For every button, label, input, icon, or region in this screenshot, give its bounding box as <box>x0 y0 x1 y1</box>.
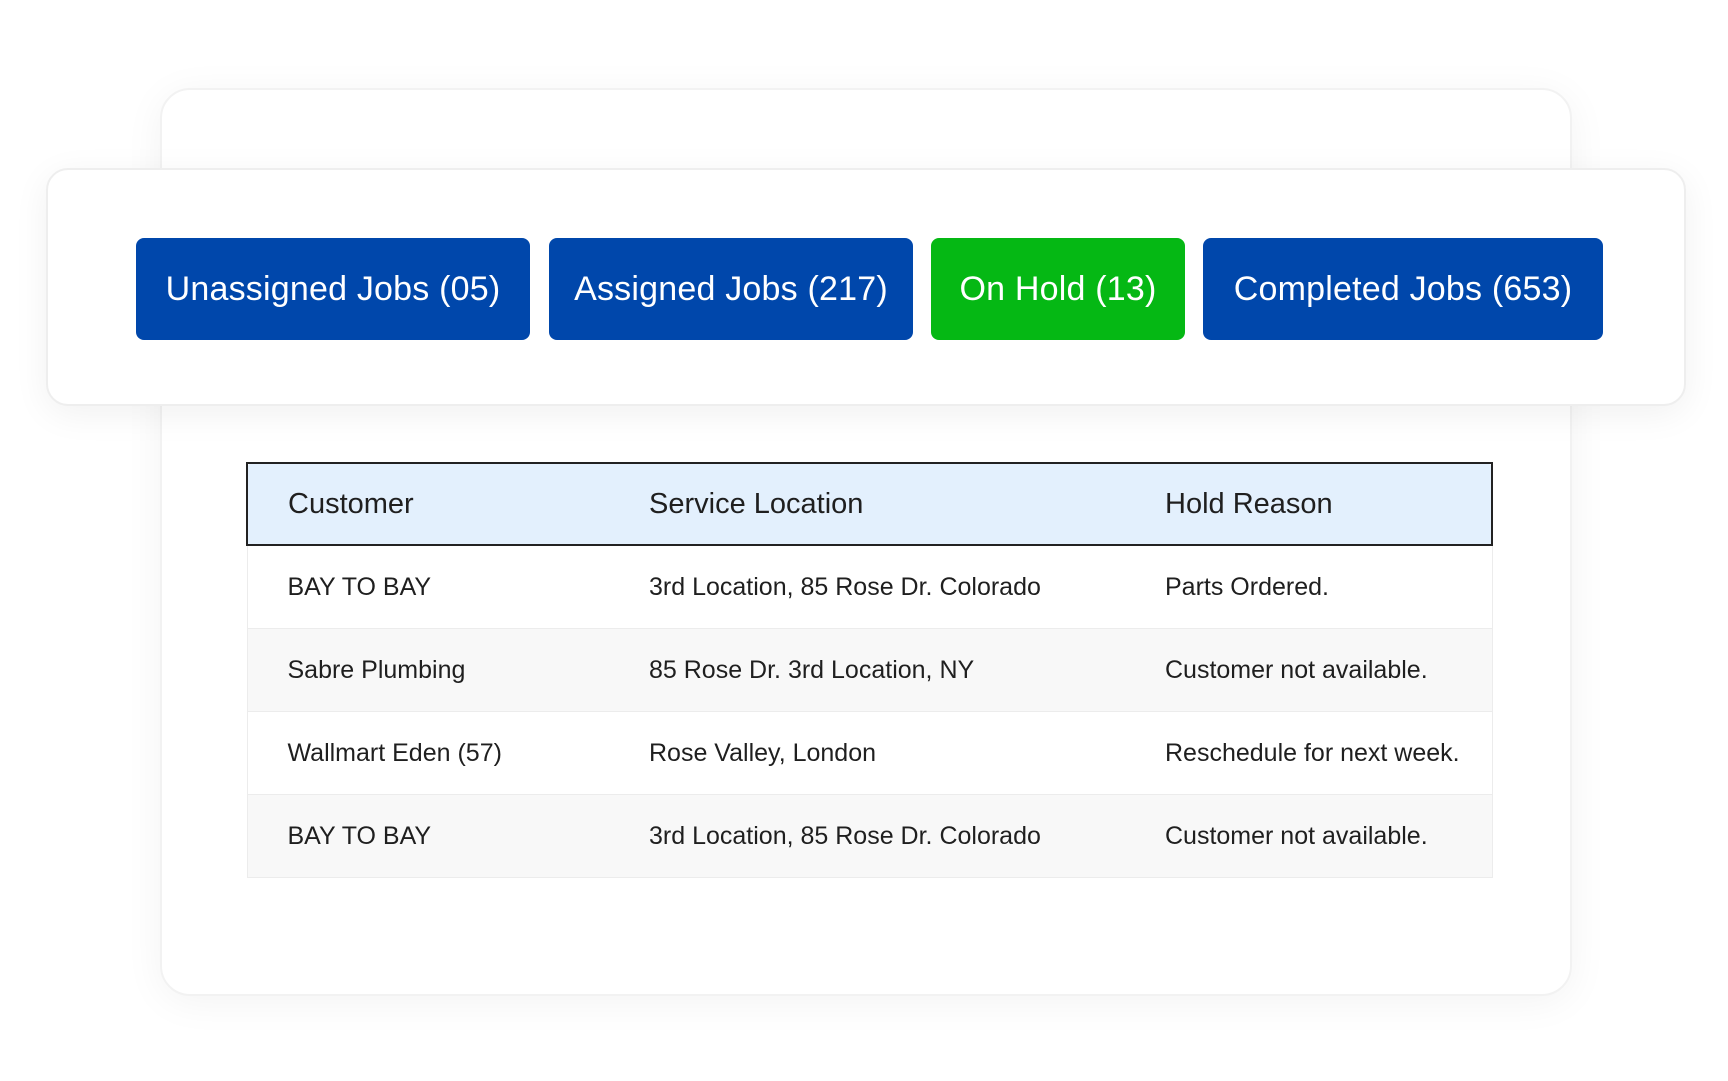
hold-reason-cell: Reschedule for next week. <box>1125 712 1492 795</box>
service-location-cell: 3rd Location, 85 Rose Dr. Colorado <box>609 795 1125 878</box>
service-location-cell: 85 Rose Dr. 3rd Location, NY <box>609 629 1125 712</box>
hold-reason-cell: Parts Ordered. <box>1125 545 1492 629</box>
job-status-filter-bar: Unassigned Jobs (05) Assigned Jobs (217)… <box>46 168 1686 406</box>
customer-cell: Sabre Plumbing <box>247 629 609 712</box>
on-hold-tab[interactable]: On Hold (13) <box>931 238 1185 340</box>
completed-jobs-tab[interactable]: Completed Jobs (653) <box>1203 238 1603 340</box>
customer-cell: Wallmart Eden (57) <box>247 712 609 795</box>
hold-reason-cell: Customer not available. <box>1125 629 1492 712</box>
table-header-row: Customer Service Location Hold Reason <box>247 463 1492 545</box>
unassigned-jobs-tab[interactable]: Unassigned Jobs (05) <box>136 238 530 340</box>
customer-cell: BAY TO BAY <box>247 545 609 629</box>
table-row[interactable]: Wallmart Eden (57) Rose Valley, London R… <box>247 712 1492 795</box>
hold-reason-column-header[interactable]: Hold Reason <box>1125 463 1492 545</box>
table-row[interactable]: Sabre Plumbing 85 Rose Dr. 3rd Location,… <box>247 629 1492 712</box>
table-row[interactable]: BAY TO BAY 3rd Location, 85 Rose Dr. Col… <box>247 795 1492 878</box>
customer-cell: BAY TO BAY <box>247 795 609 878</box>
service-location-column-header[interactable]: Service Location <box>609 463 1125 545</box>
service-location-cell: Rose Valley, London <box>609 712 1125 795</box>
assigned-jobs-tab[interactable]: Assigned Jobs (217) <box>549 238 913 340</box>
hold-reason-cell: Customer not available. <box>1125 795 1492 878</box>
customer-column-header[interactable]: Customer <box>247 463 609 545</box>
table-row[interactable]: BAY TO BAY 3rd Location, 85 Rose Dr. Col… <box>247 545 1492 629</box>
on-hold-jobs-table: Customer Service Location Hold Reason BA… <box>246 462 1493 878</box>
service-location-cell: 3rd Location, 85 Rose Dr. Colorado <box>609 545 1125 629</box>
